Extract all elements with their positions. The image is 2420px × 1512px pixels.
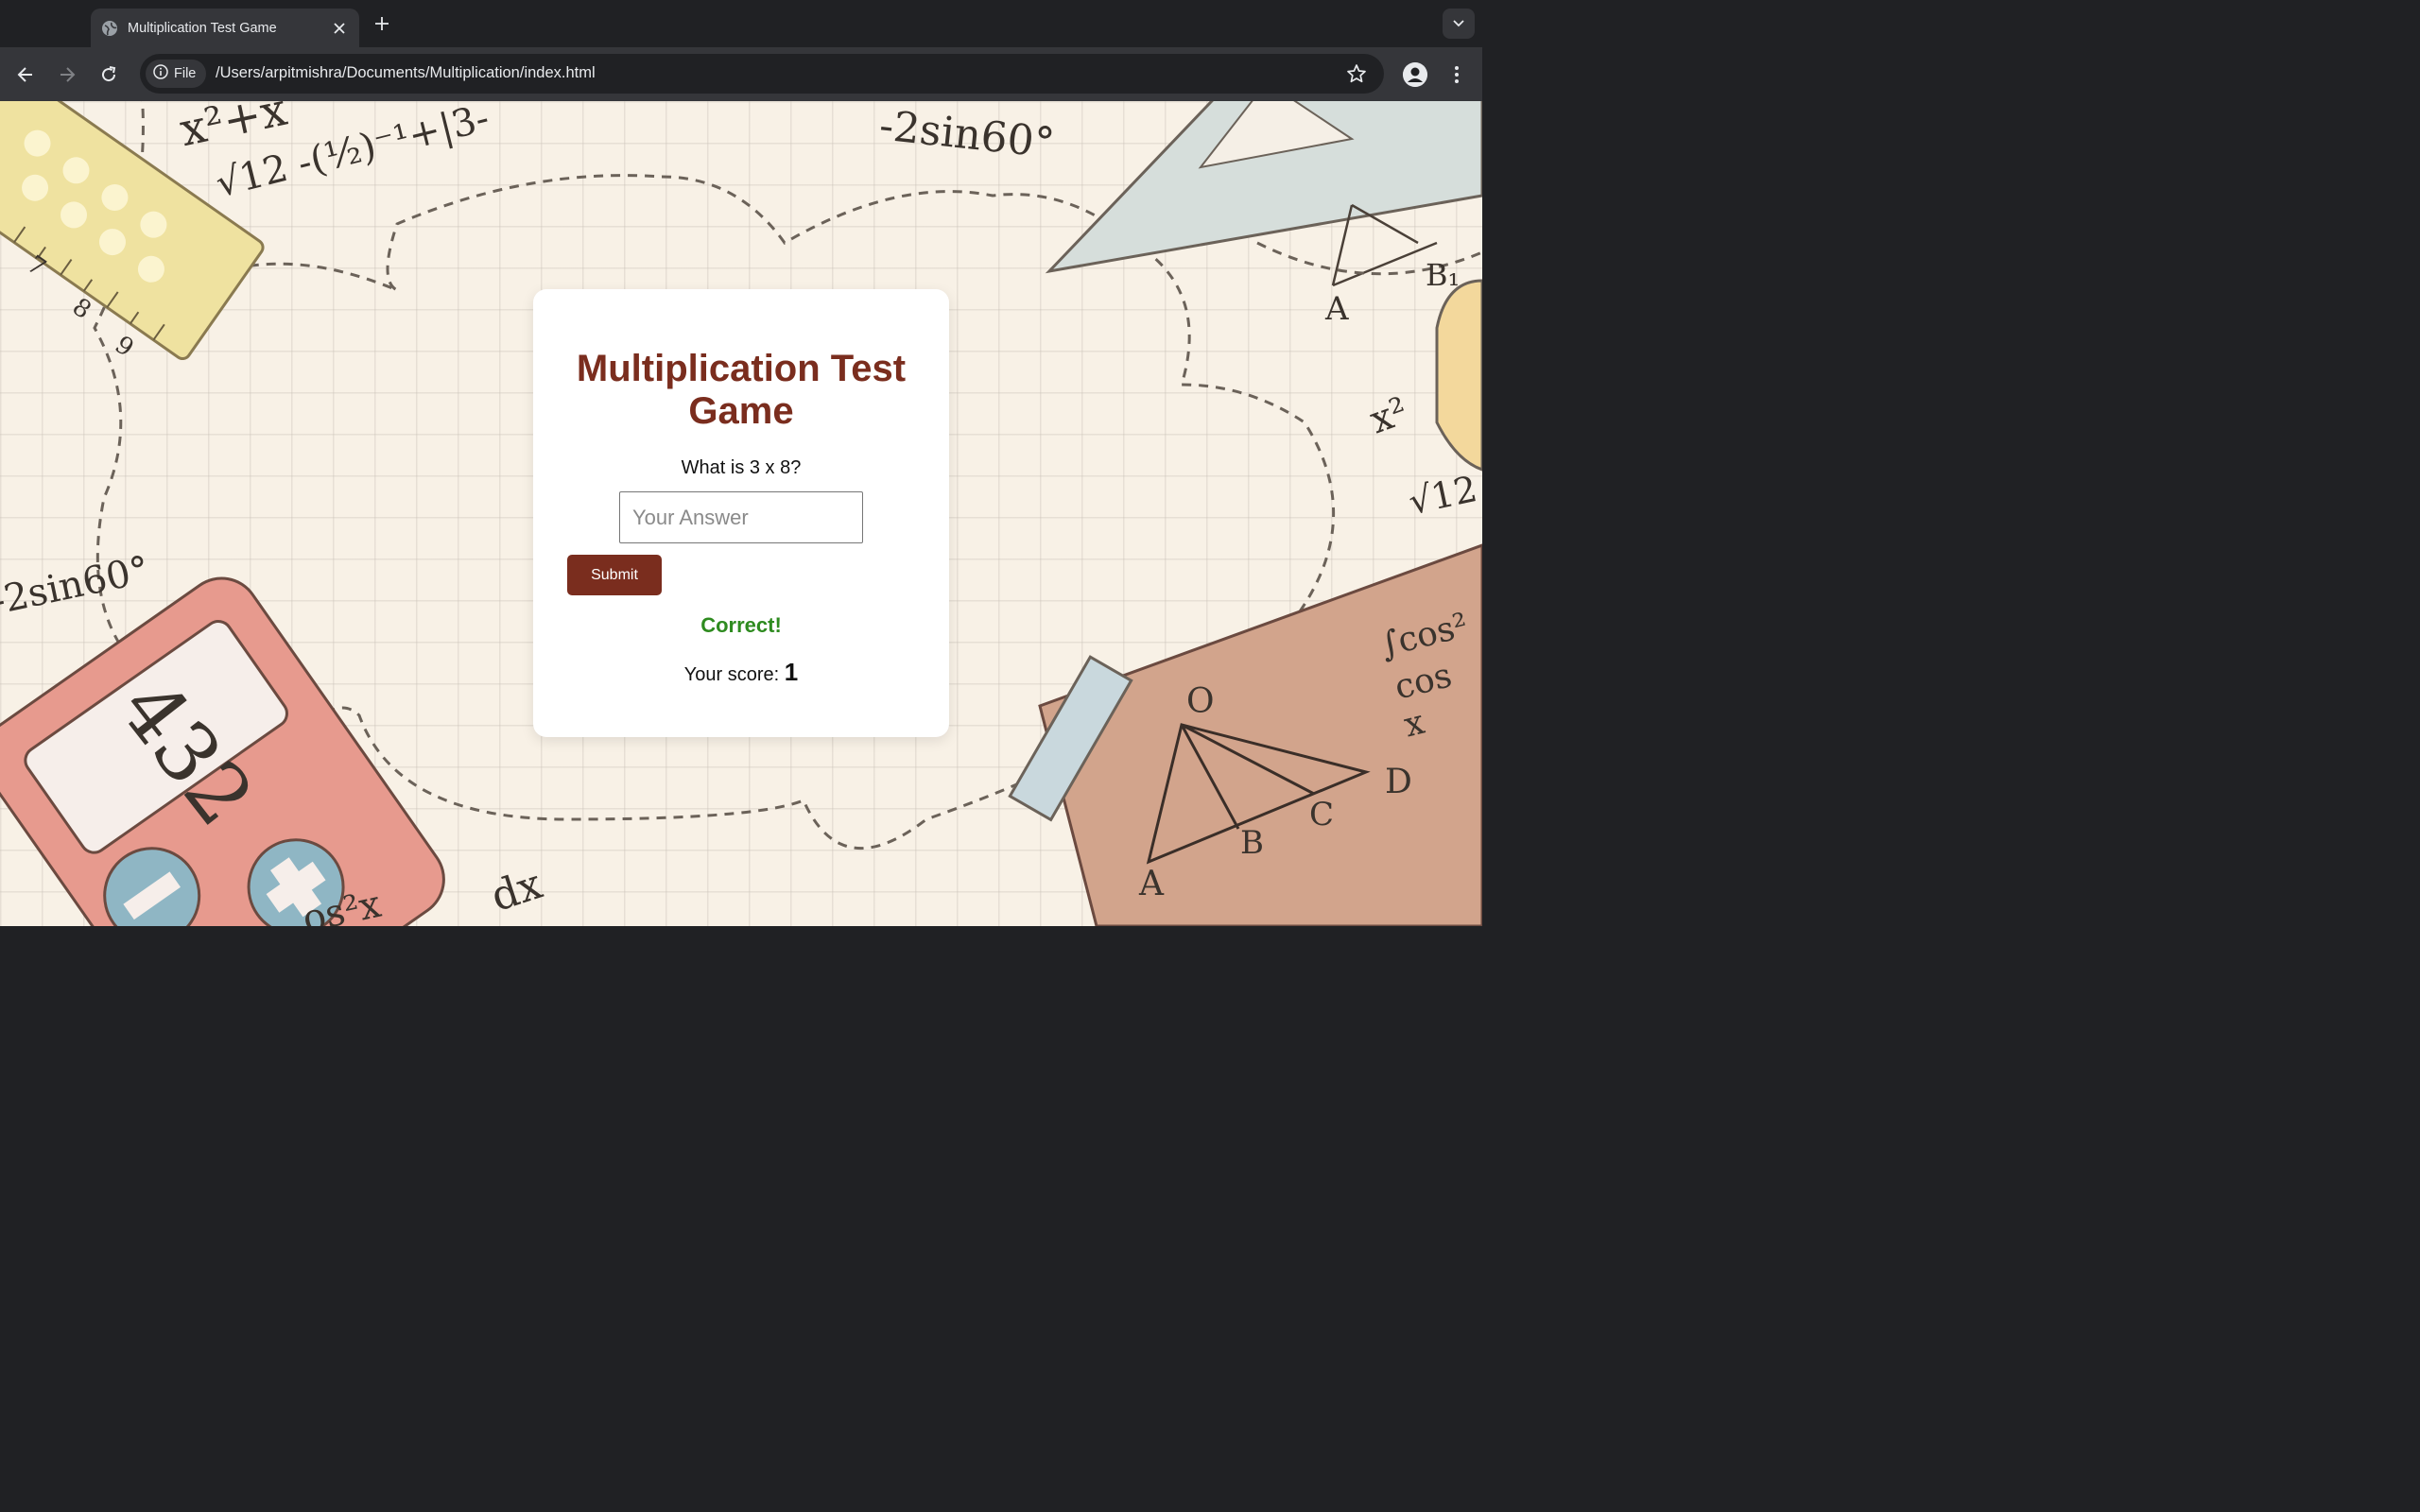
address-bar[interactable]: File /Users/arpitmishra/Documents/Multip… — [140, 54, 1384, 94]
url-text[interactable]: /Users/arpitmishra/Documents/Multiplicat… — [216, 64, 596, 82]
profile-icon[interactable] — [1403, 62, 1427, 87]
forward-arrow-icon[interactable] — [55, 62, 79, 87]
formula-4: -2sin60° — [0, 547, 153, 625]
kebab-menu-icon[interactable] — [1446, 62, 1467, 87]
score-label: Your score: — [683, 664, 780, 685]
globe-icon — [102, 20, 117, 36]
back-arrow-icon[interactable] — [13, 62, 38, 87]
reload-icon[interactable] — [96, 62, 121, 87]
triangle-label-c: C — [1309, 796, 1335, 833]
site-info-chip[interactable]: File — [146, 60, 206, 88]
triangle-label-d: D — [1385, 763, 1412, 801]
formula-10: dx — [485, 860, 548, 921]
submit-button[interactable]: Submit — [567, 555, 662, 595]
triangle-label-a: A — [1139, 865, 1164, 903]
ruler-number-9: 9 — [109, 330, 139, 364]
tab-strip: Multiplication Test Game — [0, 0, 1482, 47]
triangle-label-b: B — [1240, 824, 1264, 862]
triangle-label-b1: B₁ — [1426, 257, 1461, 293]
close-icon[interactable] — [331, 20, 348, 37]
formula-2: -2sin60° — [876, 101, 1058, 168]
star-icon[interactable] — [1346, 63, 1367, 84]
site-chip-label: File — [174, 66, 197, 81]
triangle-label-o: O — [1186, 682, 1215, 721]
tab-title: Multiplication Test Game — [128, 20, 277, 36]
formula-9: cos x — [1391, 656, 1456, 746]
browser-toolbar: File /Users/arpitmishra/Documents/Multip… — [0, 47, 1482, 101]
question-text: What is 3 x 8? — [681, 457, 802, 478]
game-title: Multiplication Test Game — [576, 348, 907, 432]
ruler-number-7: 7 — [21, 249, 51, 284]
answer-input[interactable] — [619, 491, 863, 543]
score-value: 1 — [784, 658, 799, 686]
page-viewport: x²+x -2sin60° √12 -(½)⁻¹+|3- -2sin60° 43… — [0, 101, 1482, 926]
chevron-down-icon[interactable] — [1443, 9, 1475, 39]
triangle-label-a-top: A — [1325, 290, 1349, 328]
game-card: Multiplication Test Game What is 3 x 8? … — [533, 289, 949, 737]
formula-6: x² — [1364, 388, 1414, 443]
ruler-number-8: 8 — [66, 292, 96, 326]
score-line: Your score: 1 — [533, 658, 949, 687]
browser-tab[interactable]: Multiplication Test Game — [91, 9, 359, 47]
plus-icon[interactable] — [371, 12, 393, 35]
info-icon — [153, 63, 168, 84]
formula-5: 432 — [101, 662, 272, 844]
formula-11: os²x — [299, 882, 386, 926]
formula-7: √12 — [1405, 467, 1481, 524]
feedback-message: Correct! — [700, 613, 782, 637]
